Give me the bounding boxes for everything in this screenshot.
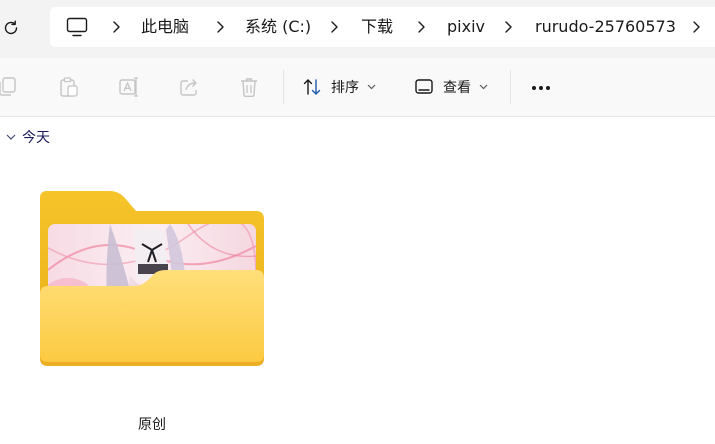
computer-monitor-icon[interactable]: [66, 17, 88, 37]
chevron-right-icon[interactable]: [691, 18, 701, 36]
rename-icon[interactable]: [118, 76, 140, 98]
chevron-down-icon: [6, 134, 16, 140]
folder-item[interactable]: 原创: [38, 190, 266, 438]
breadcrumb[interactable]: 此电脑 系统 (C:) 下载 pixiv rurudo-25760573: [50, 7, 715, 47]
view-label: 查看: [443, 80, 471, 96]
address-bar-row: 此电脑 系统 (C:) 下载 pixiv rurudo-25760573: [0, 0, 715, 58]
sort-icon: [303, 79, 321, 95]
copy-icon[interactable]: [0, 76, 18, 98]
more-horizontal-icon: [532, 86, 536, 90]
sort-label: 排序: [331, 80, 359, 96]
more-options-button[interactable]: [526, 75, 556, 101]
view-icon: [415, 79, 433, 94]
breadcrumb-item-this-pc[interactable]: 此电脑: [141, 17, 189, 37]
chevron-right-icon[interactable]: [329, 18, 339, 36]
trash-icon[interactable]: [238, 76, 260, 98]
more-horizontal-icon: [546, 86, 550, 90]
folder-with-thumbnail-icon: [40, 191, 264, 366]
chevron-right-icon[interactable]: [503, 18, 513, 36]
command-toolbar: 排序 查看: [0, 58, 715, 117]
refresh-icon: [4, 20, 18, 35]
sort-button[interactable]: 排序: [302, 73, 376, 101]
chevron-right-icon[interactable]: [416, 18, 426, 36]
toolbar-divider: [510, 70, 511, 104]
chevron-down-icon: [367, 84, 376, 90]
chevron-down-icon: [479, 84, 488, 90]
share-icon[interactable]: [178, 76, 200, 98]
file-view: 今天 原创: [0, 117, 715, 444]
breadcrumb-item-system-drive[interactable]: 系统 (C:): [245, 17, 311, 37]
chevron-right-icon[interactable]: [111, 18, 121, 36]
folder-name: 原创: [138, 417, 166, 433]
toolbar-divider: [283, 70, 284, 104]
refresh-button[interactable]: [0, 14, 22, 42]
view-button[interactable]: 查看: [414, 73, 488, 101]
group-label: 今天: [22, 130, 50, 146]
breadcrumb-item-downloads[interactable]: 下载: [361, 17, 393, 37]
paste-icon[interactable]: [58, 76, 80, 98]
breadcrumb-item-pixiv[interactable]: pixiv: [447, 17, 485, 37]
more-horizontal-icon: [539, 86, 543, 90]
breadcrumb-item-current-folder[interactable]: rurudo-25760573: [535, 17, 676, 37]
group-header-today[interactable]: 今天: [6, 127, 50, 147]
chevron-right-icon[interactable]: [215, 18, 225, 36]
